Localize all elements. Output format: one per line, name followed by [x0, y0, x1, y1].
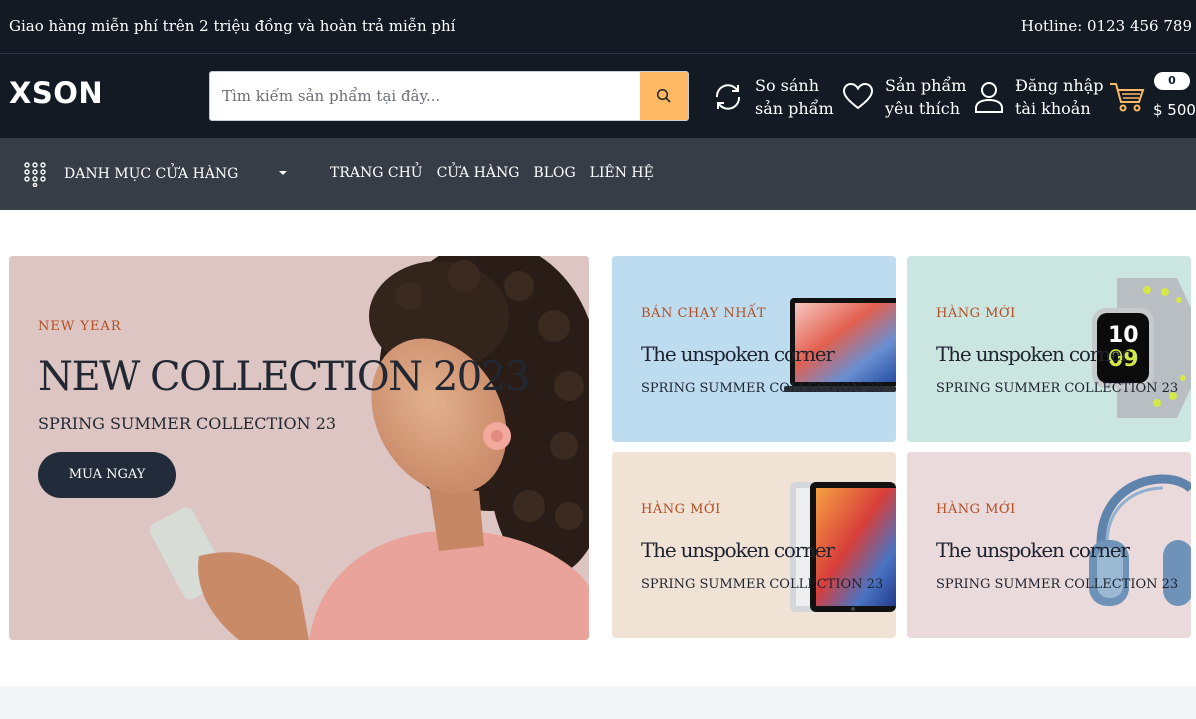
hero-subtitle: SPRING SUMMER COLLECTION 23 — [38, 414, 337, 433]
card-subtitle: SPRING SUMMER COLLECTION 23 — [641, 577, 884, 592]
search-button[interactable] — [640, 72, 688, 120]
search-box — [209, 71, 689, 121]
wishlist-line1: Sản phẩm — [885, 76, 967, 95]
nav-link-shop[interactable]: CỬA HÀNG — [437, 165, 520, 181]
main-header: XSON So sánh sản phẩm Sản phẩm yêu thích Đ… — [0, 54, 1196, 138]
card-kicker: HÀNG MỚI — [936, 306, 1016, 321]
category-label: DANH MỤC CỬA HÀNG — [64, 166, 239, 182]
hero-kicker: NEW YEAR — [38, 319, 122, 334]
card-subtitle: SPRING SUMMER COLLECTION 23 — [936, 381, 1179, 396]
card-title: The unspoken corner — [641, 342, 835, 366]
category-dropdown[interactable]: DANH MỤC CỬA HÀNG — [22, 160, 292, 188]
hotline-text[interactable]: Hotline: 0123 456 789 — [1021, 17, 1192, 35]
card-title: The unspoken corner — [641, 538, 835, 562]
hero-banner[interactable]: NEW YEAR NEW COLLECTION 2023 SPRING SUMM… — [9, 256, 589, 640]
account-link[interactable]: Đăng nhập tài khoản — [973, 74, 1103, 120]
cart-total: $ 500 — [1153, 101, 1196, 119]
nav-links: TRANG CHỦ CỬA HÀNG BLOG LIÊN HỆ — [330, 165, 668, 181]
heart-icon — [842, 82, 874, 110]
search-icon — [656, 88, 671, 103]
card-subtitle: SPRING SUMMER COLLECTION 23 — [936, 577, 1179, 592]
cart-button[interactable]: 0 $ 500 — [1108, 68, 1196, 128]
nav-link-home[interactable]: TRANG CHỦ — [330, 165, 423, 181]
cart-icon — [1110, 83, 1145, 112]
promo-card-watch[interactable]: 10 09 HÀNG MỚI The unspoken corner SPRIN… — [907, 256, 1191, 442]
nav-link-blog[interactable]: BLOG — [533, 165, 575, 181]
card-kicker: HÀNG MỚI — [641, 502, 721, 517]
card-kicker: BÁN CHẠY NHẤT — [641, 306, 767, 321]
promo-text: Giao hàng miễn phí trên 2 triệu đồng và … — [9, 17, 456, 35]
account-line2: tài khoản — [1015, 99, 1091, 118]
card-subtitle: SPRING SUMMER COLLECTION 23 — [641, 381, 884, 396]
compare-line2: sản phẩm — [755, 99, 834, 118]
compare-link[interactable]: So sánh sản phẩm — [711, 74, 834, 120]
card-kicker: HÀNG MỚI — [936, 502, 1016, 517]
promo-card-headphones[interactable]: HÀNG MỚI The unspoken corner SPRING SUMM… — [907, 452, 1191, 638]
card-title: The unspoken corner — [936, 538, 1130, 562]
next-section — [0, 686, 1196, 719]
caret-down-icon — [279, 171, 287, 175]
user-icon — [975, 82, 1003, 113]
main-nav: DANH MỤC CỬA HÀNG TRANG CHỦ CỬA HÀNG BLO… — [0, 138, 1196, 210]
promo-card-laptop[interactable]: BÁN CHẠY NHẤT The unspoken corner SPRING… — [612, 256, 896, 442]
compare-line1: So sánh — [755, 76, 820, 95]
site-logo[interactable]: XSON — [9, 76, 103, 110]
top-bar: Giao hàng miễn phí trên 2 triệu đồng và … — [0, 0, 1196, 54]
account-line1: Đăng nhập — [1015, 76, 1104, 95]
hero-title: NEW COLLECTION 2023 — [38, 354, 530, 400]
grid-dots-icon — [24, 162, 46, 187]
cart-count-badge: 0 — [1154, 72, 1190, 90]
wishlist-line2: yêu thích — [885, 99, 961, 118]
compare-icon — [715, 84, 741, 110]
hero-model-image — [149, 256, 589, 640]
search-input[interactable] — [222, 72, 642, 120]
nav-link-contact[interactable]: LIÊN HỆ — [590, 165, 654, 181]
shop-now-button[interactable]: MUA NGAY — [38, 452, 176, 498]
wishlist-link[interactable]: Sản phẩm yêu thích — [841, 74, 966, 120]
promo-card-tablet[interactable]: HÀNG MỚI The unspoken corner SPRING SUMM… — [612, 452, 896, 638]
card-title: The unspoken corner — [936, 342, 1130, 366]
